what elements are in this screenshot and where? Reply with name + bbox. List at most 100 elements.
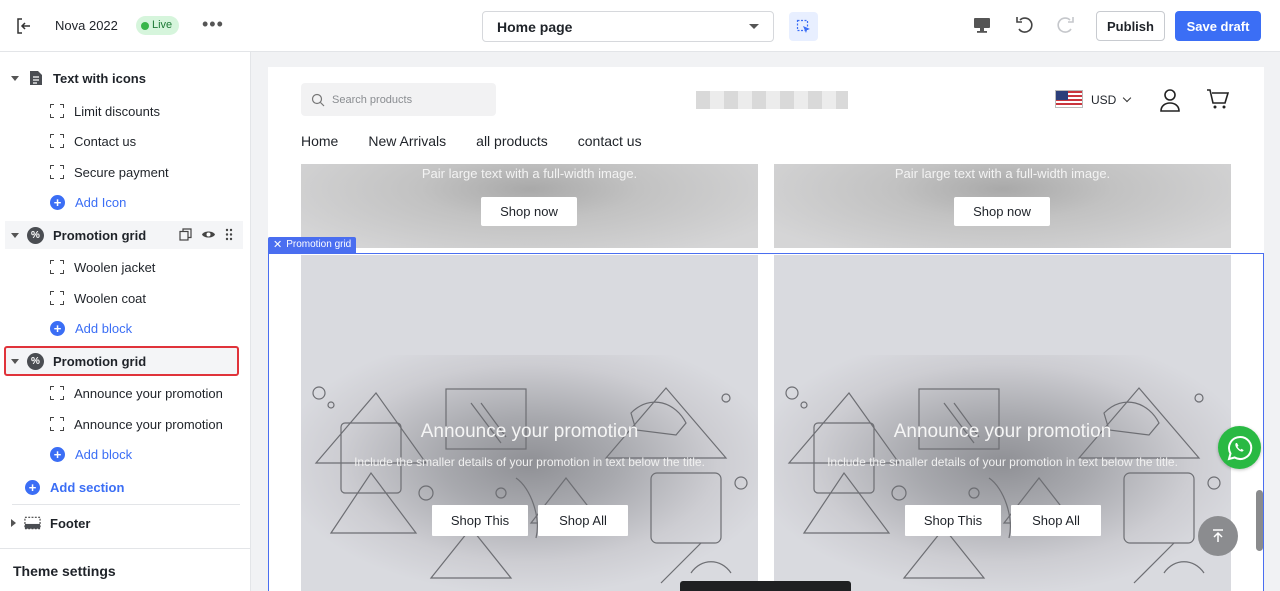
us-flag-icon[interactable] bbox=[1055, 90, 1083, 108]
sidebar-section-promotion-grid-selected[interactable]: % Promotion grid bbox=[4, 346, 239, 376]
add-block-button[interactable]: + Add block bbox=[50, 440, 132, 468]
promotion-card: Announce your promotion Include the smal… bbox=[301, 255, 758, 591]
top-bar: Nova 2022 Live ••• Home page Publish Sav… bbox=[0, 0, 1280, 52]
shop-now-button[interactable]: Shop now bbox=[954, 197, 1050, 226]
caret-down-icon[interactable] bbox=[11, 358, 19, 364]
block-icon bbox=[50, 386, 64, 400]
add-section-button[interactable]: + Add section bbox=[25, 473, 124, 501]
sidebar-section-label: Footer bbox=[50, 515, 91, 531]
sidebar-section-promotion-grid[interactable]: % Promotion grid bbox=[5, 221, 243, 249]
eye-icon[interactable] bbox=[201, 229, 216, 240]
live-dot-icon bbox=[141, 21, 149, 30]
sidebar-section-text-with-icons[interactable]: Text with icons bbox=[11, 64, 146, 92]
caret-right-icon[interactable] bbox=[11, 519, 16, 527]
duplicate-icon[interactable] bbox=[179, 228, 192, 241]
drag-handle-icon[interactable] bbox=[225, 228, 233, 241]
close-icon[interactable]: ✕ bbox=[273, 237, 282, 253]
image-banner: Pair large text with a full-width image.… bbox=[301, 164, 758, 248]
banner-text: Pair large text with a full-width image. bbox=[894, 166, 1111, 181]
footer-icon bbox=[24, 515, 41, 532]
more-icon[interactable]: ••• bbox=[202, 14, 224, 35]
sidebar-block-item[interactable]: Limit discounts bbox=[50, 97, 160, 125]
bottom-toolbar[interactable] bbox=[680, 581, 851, 591]
banner-text: Pair large text with a full-width image. bbox=[421, 166, 638, 181]
sidebar: Text with icons Limit discounts Contact … bbox=[0, 52, 251, 591]
section-tag[interactable]: ✕ Promotion grid bbox=[268, 237, 357, 253]
store-nav: Home New Arrivals all products contact u… bbox=[301, 133, 642, 149]
promo-title: Announce your promotion bbox=[893, 421, 1112, 442]
section-tag-label: Promotion grid bbox=[286, 239, 352, 250]
shop-this-button[interactable]: Shop This bbox=[432, 505, 528, 536]
percent-icon: % bbox=[27, 352, 44, 370]
store-search-input[interactable]: Search products bbox=[301, 83, 496, 116]
publish-button[interactable]: Publish bbox=[1096, 11, 1165, 41]
back-to-top-button[interactable] bbox=[1198, 516, 1238, 556]
percent-icon: % bbox=[27, 226, 44, 244]
nav-link[interactable]: contact us bbox=[578, 133, 642, 149]
shop-all-button[interactable]: Shop All bbox=[538, 505, 628, 536]
promo-title: Announce your promotion bbox=[420, 421, 639, 442]
nav-link[interactable]: Home bbox=[301, 133, 338, 149]
sidebar-block-item[interactable]: Contact us bbox=[50, 127, 136, 155]
sidebar-block-label: Limit discounts bbox=[74, 103, 160, 119]
save-draft-button[interactable]: Save draft bbox=[1175, 11, 1261, 41]
document-icon bbox=[27, 70, 44, 87]
store-name: Nova 2022 bbox=[55, 18, 118, 33]
block-icon bbox=[50, 104, 64, 118]
inspect-icon bbox=[796, 19, 810, 33]
redo-icon[interactable] bbox=[1054, 14, 1076, 39]
add-icon-label: Add Icon bbox=[75, 194, 127, 210]
caret-down-icon[interactable] bbox=[11, 75, 19, 81]
sidebar-block-label: Woolen jacket bbox=[74, 259, 156, 275]
add-block-label: Add block bbox=[75, 320, 133, 336]
page-select-value: Home page bbox=[497, 18, 573, 35]
currency-selector[interactable]: USD bbox=[1091, 93, 1116, 107]
sidebar-block-label: Announce your promotion bbox=[74, 385, 223, 401]
promo-description: Include the smaller details of your prom… bbox=[827, 455, 1178, 469]
whatsapp-button[interactable] bbox=[1218, 426, 1261, 469]
store-logo-blurred bbox=[696, 91, 848, 109]
nav-link[interactable]: New Arrivals bbox=[368, 133, 446, 149]
sidebar-block-item[interactable]: Woolen coat bbox=[50, 284, 146, 312]
plus-circle-icon: + bbox=[50, 194, 65, 210]
nav-link[interactable]: all products bbox=[476, 133, 548, 149]
user-icon[interactable] bbox=[1159, 88, 1181, 115]
sidebar-section-label: Promotion grid bbox=[53, 353, 147, 369]
whatsapp-icon bbox=[1227, 435, 1252, 460]
sidebar-block-label: Contact us bbox=[74, 133, 137, 149]
sidebar-section-footer[interactable]: Footer bbox=[11, 509, 90, 537]
shop-all-button[interactable]: Shop All bbox=[1011, 505, 1101, 536]
block-icon bbox=[50, 417, 64, 431]
sidebar-block-item[interactable]: Announce your promotion bbox=[50, 410, 223, 438]
undo-icon[interactable] bbox=[1014, 14, 1036, 39]
add-block-button[interactable]: + Add block bbox=[50, 314, 132, 342]
promo-illustration bbox=[312, 386, 748, 584]
desktop-icon[interactable] bbox=[972, 16, 992, 37]
caret-down-icon[interactable] bbox=[11, 232, 19, 238]
plus-circle-icon: + bbox=[50, 320, 65, 336]
promo-description: Include the smaller details of your prom… bbox=[354, 455, 705, 469]
chevron-down-icon bbox=[749, 24, 759, 29]
sidebar-block-item[interactable]: Announce your promotion bbox=[50, 379, 223, 407]
add-section-label: Add section bbox=[50, 479, 125, 495]
sidebar-block-label: Announce your promotion bbox=[74, 416, 223, 432]
block-icon bbox=[50, 291, 64, 305]
plus-circle-icon: + bbox=[25, 479, 40, 495]
plus-circle-icon: + bbox=[50, 446, 65, 462]
sidebar-block-item[interactable]: Woolen jacket bbox=[50, 253, 155, 281]
page-select[interactable]: Home page bbox=[482, 11, 774, 42]
search-placeholder: Search products bbox=[332, 93, 413, 106]
status-badge-label: Live bbox=[152, 19, 173, 31]
sidebar-block-item[interactable]: Secure payment bbox=[50, 158, 169, 186]
sidebar-divider bbox=[0, 548, 250, 549]
theme-settings-link[interactable]: Theme settings bbox=[13, 563, 116, 579]
add-block-label: Add block bbox=[75, 446, 133, 462]
add-icon-button[interactable]: + Add Icon bbox=[50, 188, 126, 216]
inspect-button[interactable] bbox=[789, 12, 818, 41]
cart-icon[interactable] bbox=[1206, 88, 1230, 113]
exit-icon[interactable] bbox=[14, 16, 34, 36]
shop-now-button[interactable]: Shop now bbox=[481, 197, 577, 226]
canvas-scrollbar[interactable] bbox=[1256, 490, 1263, 551]
shop-this-button[interactable]: Shop This bbox=[905, 505, 1001, 536]
block-icon bbox=[50, 134, 64, 148]
